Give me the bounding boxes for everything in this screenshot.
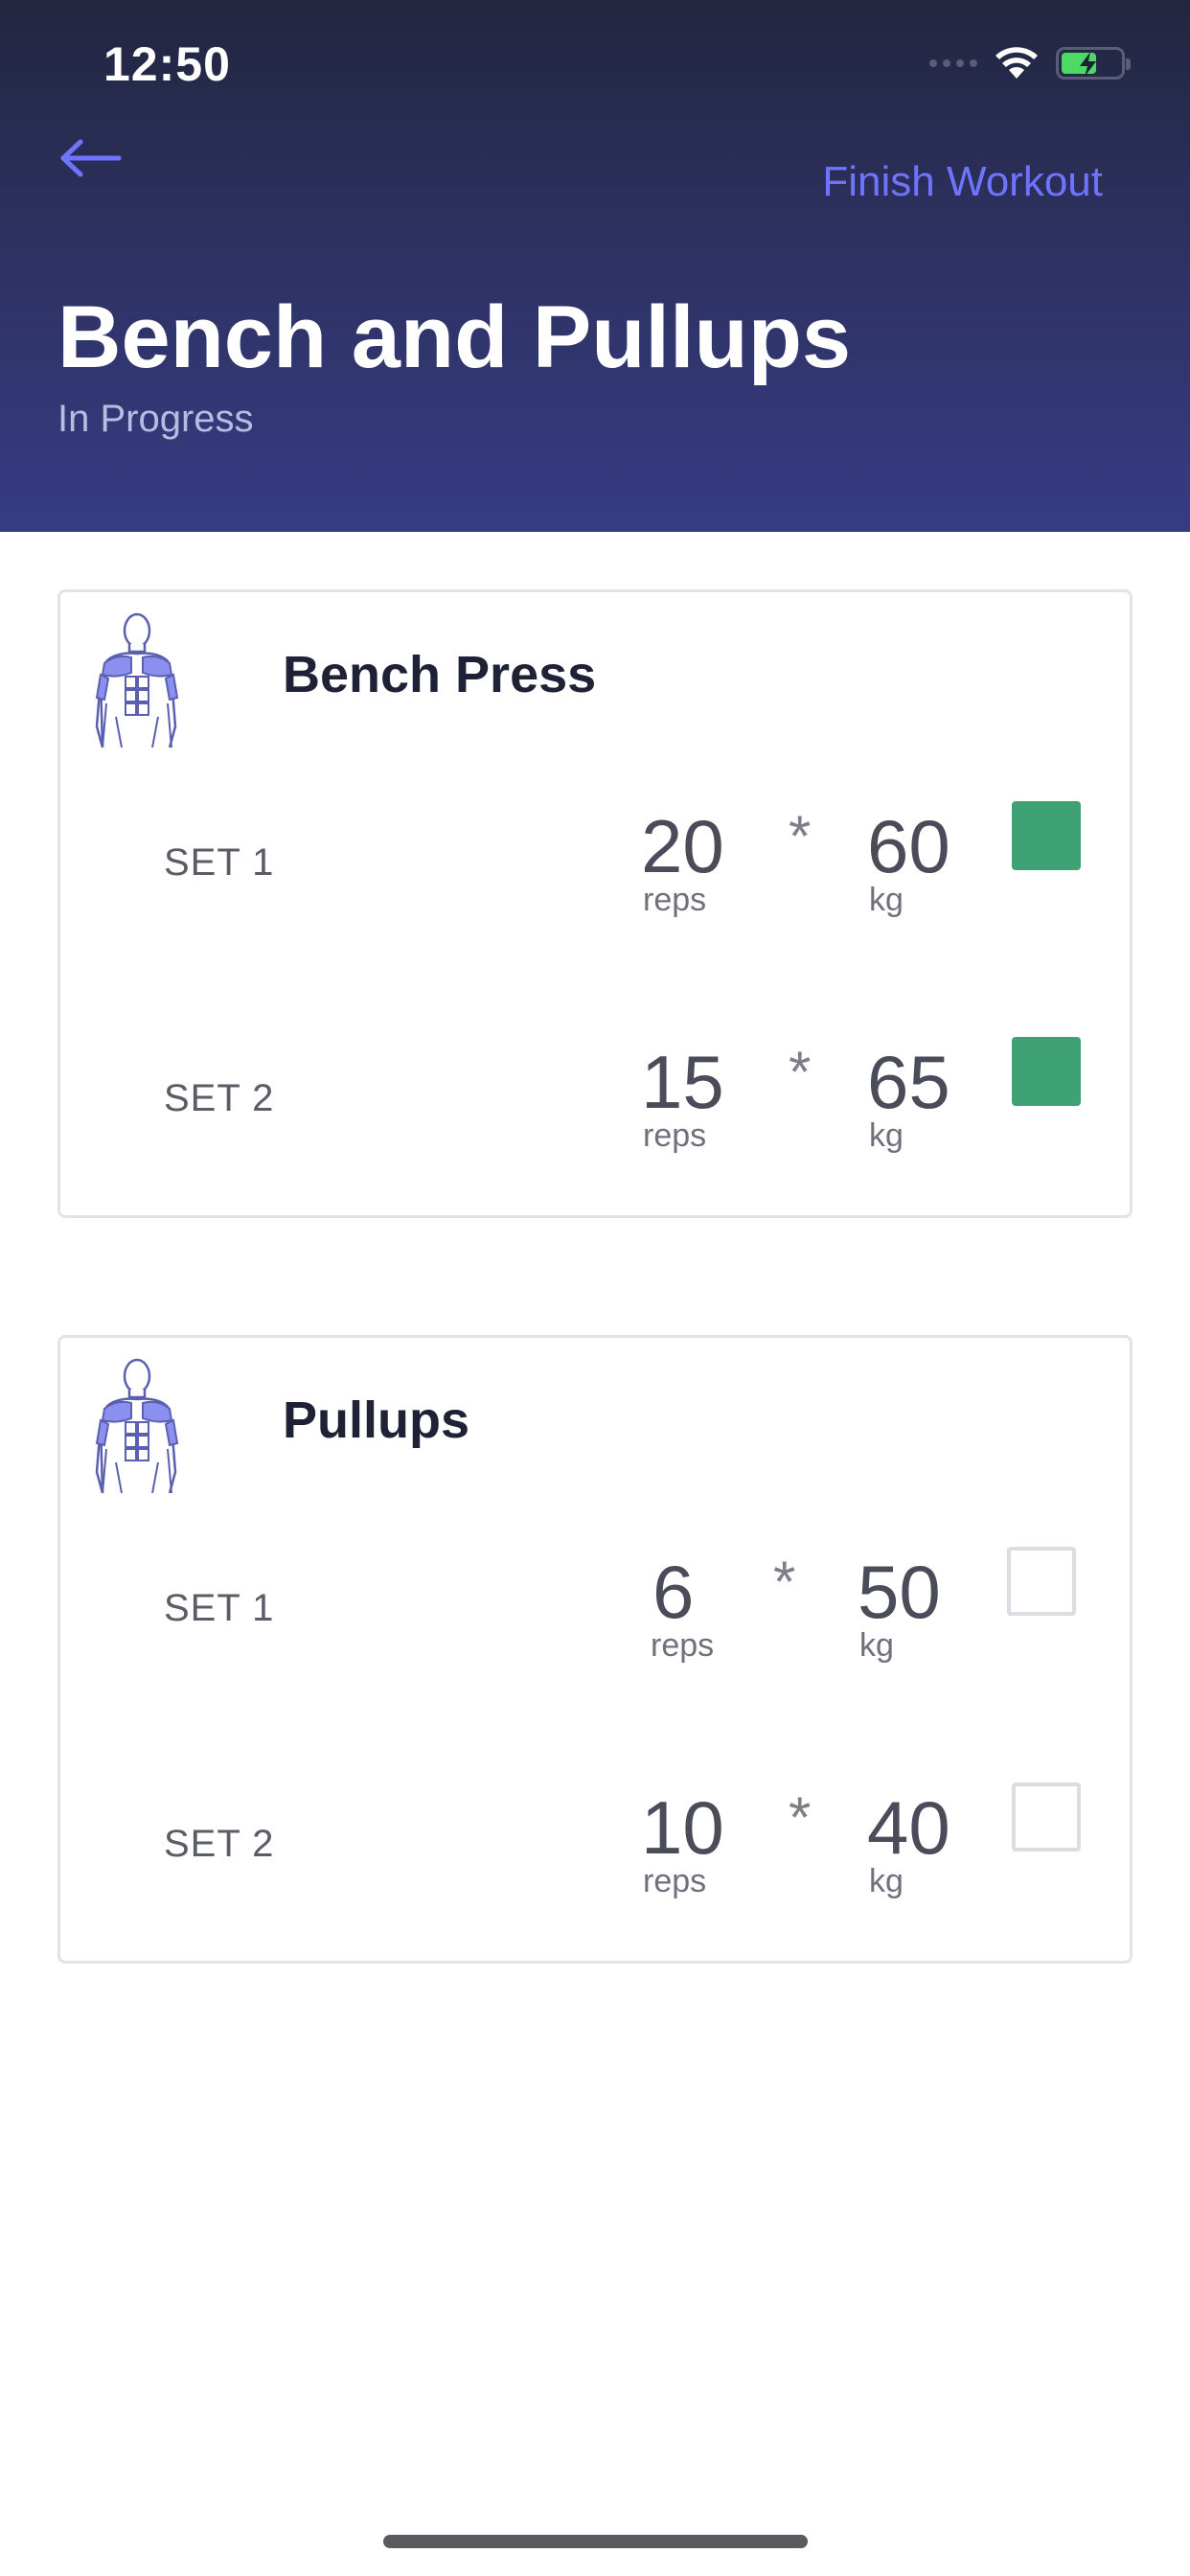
- status-time: 12:50: [103, 37, 231, 91]
- multiply-sign: *: [789, 1040, 812, 1104]
- set-label: SET 1: [164, 841, 275, 884]
- multiply-sign: *: [789, 1785, 812, 1850]
- weight-value[interactable]: 65: [867, 1039, 950, 1126]
- cellular-signal-icon: [929, 59, 977, 67]
- multiply-sign: *: [773, 1550, 796, 1614]
- reps-unit: reps: [643, 1117, 707, 1154]
- set-complete-checkbox[interactable]: [1012, 801, 1081, 870]
- reps-value[interactable]: 20: [641, 803, 724, 890]
- reps-unit: reps: [643, 882, 707, 918]
- upper-body-muscle-icon: [95, 612, 179, 748]
- set-label: SET 1: [164, 1587, 275, 1629]
- weight-unit: kg: [869, 1863, 904, 1899]
- wifi-icon: [995, 47, 1038, 79]
- set-complete-checkbox[interactable]: [1012, 1782, 1081, 1852]
- set-row: SET 1 6 reps * 50 kg: [60, 1520, 1130, 1692]
- exercise-card[interactable]: Bench Press SET 1 20 reps * 60 kg SET 2 …: [57, 589, 1133, 1218]
- set-label: SET 2: [164, 1077, 275, 1119]
- page-title: Bench and Pullups: [57, 288, 852, 386]
- weight-value[interactable]: 40: [867, 1784, 950, 1872]
- exercise-card[interactable]: Pullups SET 1 6 reps * 50 kg SET 2 10 re…: [57, 1335, 1133, 1964]
- weight-unit: kg: [859, 1627, 894, 1664]
- back-arrow-icon[interactable]: [57, 134, 125, 182]
- set-complete-checkbox[interactable]: [1007, 1547, 1076, 1616]
- set-row: SET 1 20 reps * 60 kg: [60, 774, 1130, 947]
- workout-status: In Progress: [57, 398, 254, 440]
- weight-value[interactable]: 60: [867, 803, 950, 890]
- reps-unit: reps: [651, 1627, 715, 1664]
- set-row: SET 2 15 reps * 65 kg: [60, 1010, 1130, 1183]
- workout-header: 12:50 Finish Workout Bench and Pullups I…: [0, 0, 1190, 532]
- exercise-name: Bench Press: [283, 646, 597, 703]
- multiply-sign: *: [789, 804, 812, 868]
- status-icons: [929, 44, 1131, 82]
- reps-value[interactable]: 10: [641, 1784, 724, 1872]
- reps-value[interactable]: 6: [652, 1549, 694, 1636]
- weight-unit: kg: [869, 882, 904, 918]
- battery-icon: [1056, 47, 1131, 80]
- upper-body-muscle-icon: [95, 1358, 179, 1493]
- reps-unit: reps: [643, 1863, 707, 1899]
- set-complete-checkbox[interactable]: [1012, 1037, 1081, 1106]
- set-row: SET 2 10 reps * 40 kg: [60, 1756, 1130, 1928]
- weight-value[interactable]: 50: [858, 1549, 941, 1636]
- home-indicator[interactable]: [383, 2535, 808, 2548]
- exercise-name: Pullups: [283, 1392, 470, 1449]
- weight-unit: kg: [869, 1117, 904, 1154]
- finish-workout-button[interactable]: Finish Workout: [822, 158, 1103, 206]
- set-label: SET 2: [164, 1823, 275, 1865]
- reps-value[interactable]: 15: [641, 1039, 724, 1126]
